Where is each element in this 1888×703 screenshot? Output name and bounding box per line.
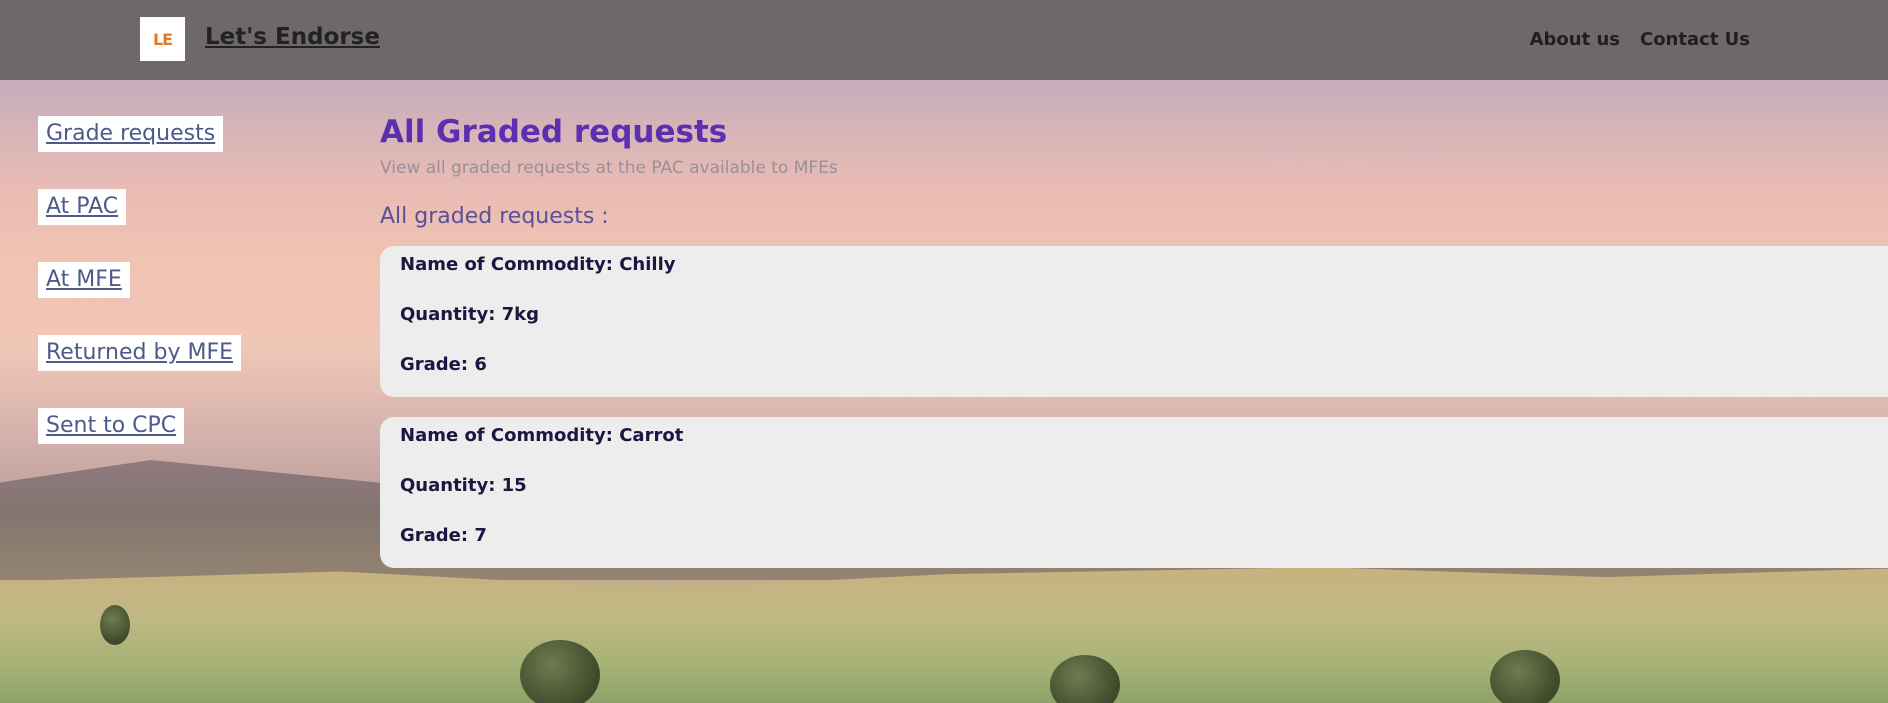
logo-icon: LE [152, 29, 173, 49]
commodity-quantity: Quantity: 15 [400, 475, 527, 496]
background-fields [0, 567, 1888, 703]
request-list: Name of Commodity: Chilly Quantity: 7kg … [380, 246, 1888, 568]
sidebar-item-sent-to-cpc[interactable]: Sent to CPC [38, 408, 185, 444]
sidebar-item-returned-by-mfe[interactable]: Returned by MFE [38, 335, 242, 371]
sidebar-item-at-mfe[interactable]: At MFE [38, 262, 130, 298]
commodity-grade: Grade: 7 [400, 525, 487, 546]
background-tree [1490, 650, 1560, 703]
request-card[interactable]: Name of Commodity: Carrot Quantity: 15 G… [380, 417, 1888, 568]
request-card[interactable]: Name of Commodity: Chilly Quantity: 7kg … [380, 246, 1888, 397]
sidebar-item-grade-requests[interactable]: Grade requests [38, 116, 224, 152]
main-content: All Graded requests View all graded requ… [380, 114, 1888, 568]
page-title: All Graded requests [380, 114, 728, 150]
commodity-name: Name of Commodity: Chilly [400, 254, 676, 275]
contact-us-link[interactable]: Contact Us [1640, 29, 1750, 50]
sidebar: Grade requests At PAC At MFE Returned by… [38, 116, 242, 481]
commodity-name: Name of Commodity: Carrot [400, 425, 684, 446]
commodity-grade: Grade: 6 [400, 354, 487, 375]
section-title: All graded requests : [380, 204, 609, 229]
nav-links: About us Contact Us [1530, 29, 1750, 50]
commodity-quantity: Quantity: 7kg [400, 304, 540, 325]
brand-link[interactable]: Let's Endorse [205, 24, 380, 50]
about-us-link[interactable]: About us [1530, 29, 1620, 50]
background-tree [520, 640, 600, 703]
logo[interactable]: LE [140, 17, 185, 61]
page-subtitle: View all graded requests at the PAC avai… [380, 158, 838, 178]
sidebar-item-at-pac[interactable]: At PAC [38, 189, 127, 225]
top-navbar: LE Let's Endorse About us Contact Us [0, 0, 1888, 80]
background-tree [100, 605, 130, 645]
